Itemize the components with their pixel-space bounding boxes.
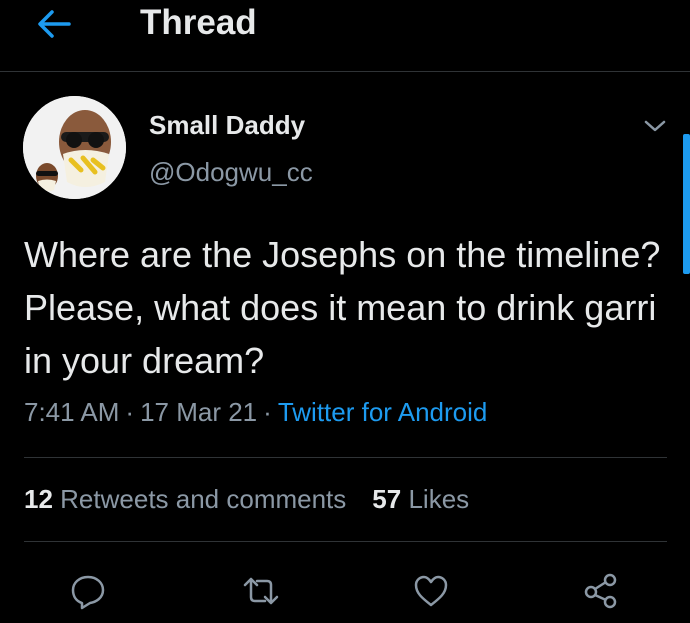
like-button[interactable] [410,570,452,612]
likes-label: Likes [408,484,470,514]
reply-button[interactable] [67,570,109,612]
retweets-count: 12 [24,484,53,514]
arrow-left-icon [38,10,71,38]
tweet-source-link[interactable]: Twitter for Android [278,397,488,427]
avatar-image [23,96,126,199]
retweets-label: Retweets and comments [60,484,347,514]
meta-separator: · [263,397,272,427]
retweet-icon [243,577,279,605]
top-bar: Thread [0,0,690,72]
tweet-date: 17 Mar 21 [140,397,258,427]
tweet-stats: 12 Retweets and comments 57 Likes [24,484,469,515]
author-handle[interactable]: @Odogwu_cc [149,157,313,188]
tweet-text: Where are the Josephs on the timeline? P… [24,234,661,381]
reply-icon [71,575,105,610]
meta-separator: · [125,397,135,427]
page-title: Thread [140,3,257,42]
tweet-time: 7:41 AM [24,397,120,427]
retweets-stat[interactable]: 12 Retweets and comments [24,484,346,514]
retweet-button[interactable] [240,570,282,612]
tweet-meta: 7:41 AM · 17 Mar 21 · Twitter for Android [24,397,487,428]
avatar[interactable] [23,96,126,199]
divider [24,541,667,542]
likes-count: 57 [372,484,402,514]
likes-stat[interactable]: 57 Likes [372,484,469,514]
share-icon [584,573,617,609]
more-options-button[interactable] [640,112,670,140]
divider [24,457,667,458]
author-name[interactable]: Small Daddy [149,110,305,141]
back-button[interactable] [34,7,74,41]
scrollbar[interactable] [683,134,690,274]
chevron-down-icon [644,120,666,132]
like-icon [414,575,448,607]
share-button[interactable] [580,570,622,612]
